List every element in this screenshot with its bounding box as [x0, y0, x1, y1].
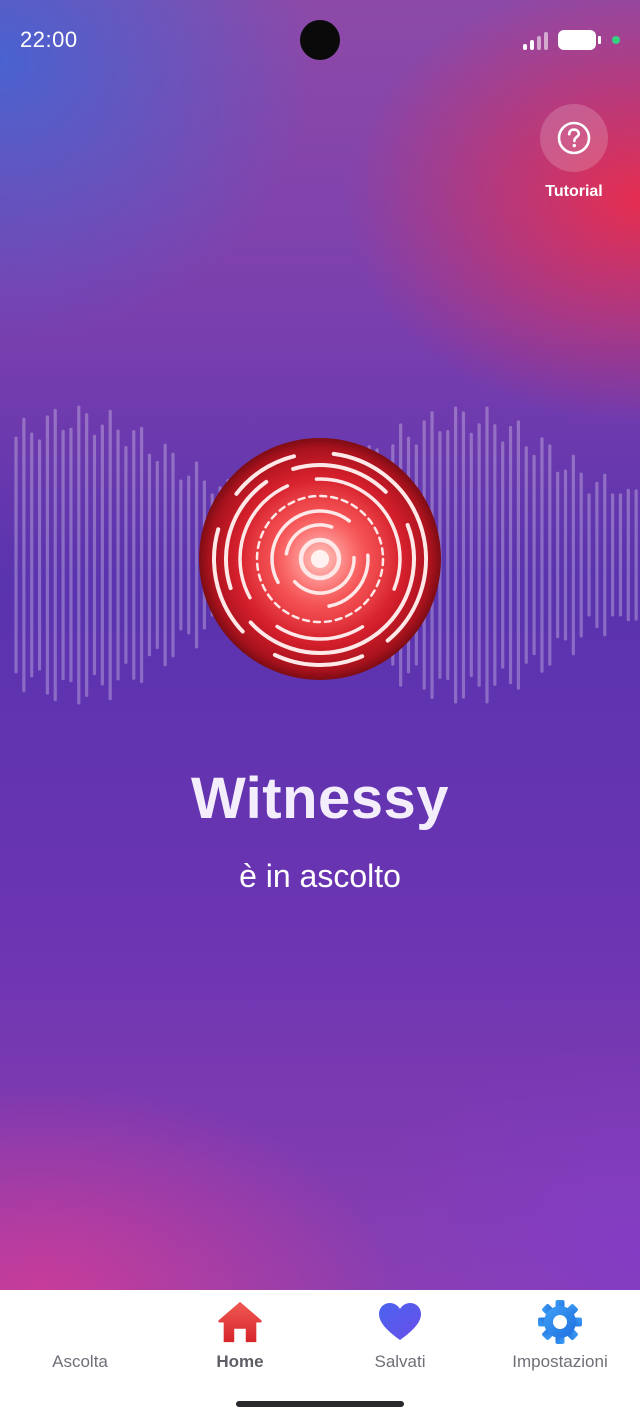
nav-item-impostazioni[interactable]: Impostazioni [480, 1290, 640, 1390]
nav-label: Salvati [374, 1352, 426, 1371]
nav-label: Ascolta [52, 1352, 108, 1371]
heart-icon [376, 1298, 424, 1346]
front-camera [300, 20, 340, 60]
tutorial-label: Tutorial [545, 183, 603, 200]
privacy-indicator-dot [612, 36, 620, 44]
nav-item-salvati[interactable]: Salvati [320, 1290, 480, 1390]
nav-item-home[interactable]: Home [160, 1290, 320, 1390]
nav-label: Home [216, 1352, 264, 1371]
nav-label: Impostazioni [512, 1352, 608, 1371]
gear-icon [536, 1298, 584, 1346]
signal-icon [523, 30, 548, 50]
help-circle-icon [557, 121, 591, 155]
listening-button[interactable] [198, 437, 442, 681]
main-screen: 22:00 Tutorial Witnessy è in ascolto [0, 0, 640, 1290]
tutorial-button[interactable]: Tutorial [540, 104, 608, 201]
battery-icon [558, 30, 601, 50]
status-time: 22:00 [20, 27, 78, 52]
listening-status: è in ascolto [239, 858, 401, 894]
tutorial-circle[interactable] [540, 104, 608, 172]
status-icons [523, 28, 620, 52]
app-title: Witnessy [190, 766, 450, 831]
nav-item-ascolta[interactable]: Ascolta [0, 1290, 160, 1390]
home-indicator[interactable] [236, 1401, 404, 1407]
home-icon [216, 1298, 264, 1346]
sound-wave-icon [56, 1298, 104, 1346]
